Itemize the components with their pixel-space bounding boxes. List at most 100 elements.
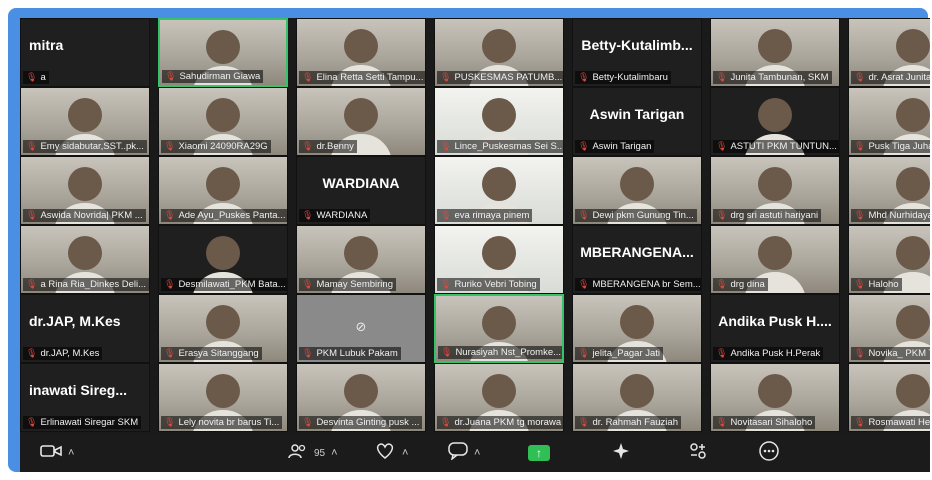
- participant-label: 🎙 Sahudirman Giawa: [162, 70, 264, 83]
- participant-tile[interactable]: 🎙 Lely novita br barus Ti...: [158, 363, 288, 432]
- participant-video: [468, 29, 530, 86]
- participant-tile[interactable]: 🎙 Elina Retta Setti Tampu...: [296, 18, 426, 87]
- participant-tile[interactable]: 🎙 Ruriko Vebri Tobing: [434, 225, 564, 294]
- participants-icon[interactable]: [288, 443, 308, 464]
- video-control[interactable]: ˄: [40, 440, 74, 466]
- share-screen-icon[interactable]: ↑: [528, 445, 550, 461]
- participant-video: [54, 167, 116, 224]
- participant-tile[interactable]: 🎙 Junita Tambunan, SKM: [710, 18, 840, 87]
- participant-tile[interactable]: 🎙 Erasya Sitanggang: [158, 294, 288, 363]
- participant-tile[interactable]: 🎙 a Rina Ria_Dinkes Deli...: [20, 225, 150, 294]
- participant-name: Ruriko Vebri Tobing: [454, 279, 537, 290]
- participant-tile[interactable]: 🎙 Lince_Puskesmas Sei S...: [434, 87, 564, 156]
- participant-tile[interactable]: WARDIANA 🎙 WARDIANA: [296, 156, 426, 225]
- participant-tile[interactable]: MBERANGENA... 🎙 MBERANGENA br Sem...: [572, 225, 702, 294]
- chevron-up-icon[interactable]: ˄: [68, 447, 74, 459]
- participant-tile[interactable]: 🎙 drg sri astuti hariyani: [710, 156, 840, 225]
- participant-tile[interactable]: 🎙 eva rimaya pinem: [434, 156, 564, 225]
- participant-tile[interactable]: Andika Pusk H.... 🎙 Andika Pusk H.Perak: [710, 294, 840, 363]
- participant-tile[interactable]: 🎙Novika_ PKM Tanj: [848, 294, 930, 363]
- participant-name: Mamay Sembiring: [316, 279, 393, 290]
- participant-tile[interactable]: 🎙 Ade Ayu_Puskes Panta...: [158, 156, 288, 225]
- participant-label: 🎙 MBERANGENA br Sem...: [575, 278, 701, 291]
- participant-tile[interactable]: 🎙 Nurasiyah Nst_Promke...: [434, 294, 564, 363]
- participant-tile[interactable]: 🎙Rosmawati Helmi: [848, 363, 930, 432]
- participant-tile[interactable]: 🎙 Dewi pkm Gunung Tin...: [572, 156, 702, 225]
- participant-tile[interactable]: 🎙 Sahudirman Giawa: [158, 18, 288, 87]
- participant-name: a Rina Ria_Dinkes Deli...: [40, 279, 147, 290]
- participant-name: jelita_Pagar Jati: [592, 348, 661, 359]
- muted-mic-icon: 🎙: [26, 141, 38, 151]
- participant-video: [192, 374, 254, 431]
- participant-label: 🎙 a Rina Ria_Dinkes Deli...: [23, 278, 149, 291]
- participant-tile[interactable]: 🎙 dr.Benny: [296, 87, 426, 156]
- sparkle-icon[interactable]: [612, 442, 630, 465]
- participant-tile[interactable]: 🎙 Desmilawati_PKM Bata...: [158, 225, 288, 294]
- participant-name: Aswin Tarigan: [592, 141, 652, 152]
- chat-icon[interactable]: [448, 441, 468, 465]
- participant-tile[interactable]: Betty-Kutalimb... 🎙 Betty-Kutalimbaru: [572, 18, 702, 87]
- participant-tile[interactable]: 🎙 drg dina: [710, 225, 840, 294]
- participant-label: 🎙 ASTUTI PKM TUNTUN...: [713, 140, 839, 153]
- participant-tile[interactable]: 🎙Pusk Tiga Juhar_Ti: [848, 87, 930, 156]
- participant-name: Ade Ayu_Puskes Panta...: [178, 210, 286, 221]
- participant-tile[interactable]: dr.JAP, M.Kes 🎙 dr.JAP, M.Kes: [20, 294, 150, 363]
- participant-tile[interactable]: 🎙 dr.Juana PKM tg morawa: [434, 363, 564, 432]
- muted-mic-icon: 🎙: [854, 348, 866, 358]
- participant-tile[interactable]: 🎙 dr. Rahmah Fauziah: [572, 363, 702, 432]
- more-icon[interactable]: [758, 440, 780, 467]
- participant-tile[interactable]: ⊘ 🎙 PKM Lubuk Pakam: [296, 294, 426, 363]
- participant-tile[interactable]: inawati Sireg... 🎙 Erlinawati Siregar SKM: [20, 363, 150, 432]
- participant-display-name: MBERANGENA...: [580, 244, 694, 260]
- apps-control[interactable]: [688, 440, 708, 466]
- apps-icon[interactable]: [688, 441, 708, 466]
- reactions-control[interactable]: ˄: [374, 440, 408, 466]
- more-control[interactable]: [758, 440, 780, 466]
- participant-name: drg dina: [730, 279, 765, 290]
- participant-tile[interactable]: 🎙 PUSKESMAS PATUMB...: [434, 18, 564, 87]
- muted-mic-icon: 🎙: [578, 279, 590, 289]
- share-screen-control[interactable]: ↑: [528, 440, 550, 466]
- participant-label: 🎙 Desvinta Ginting pusk ...: [299, 416, 423, 429]
- participant-tile[interactable]: 🎙 Mamay Sembiring: [296, 225, 426, 294]
- participant-name: Pusk Tiga Juhar_Ti: [868, 141, 930, 152]
- participant-label: 🎙 Nurasiyah Nst_Promke...: [438, 346, 562, 359]
- muted-mic-icon: 🎙: [302, 348, 314, 358]
- heart-icon[interactable]: [374, 442, 396, 465]
- participant-label: 🎙 Aswida Novrida| PKM ...: [23, 209, 146, 222]
- participant-tile[interactable]: 🎙 Mhd Nurhidayat: [848, 156, 930, 225]
- muted-mic-icon: 🎙: [854, 141, 866, 151]
- participant-name: Dewi pkm Gunung Tin...: [592, 210, 694, 221]
- chevron-up-icon[interactable]: ˄: [474, 447, 480, 459]
- participant-name: a: [40, 72, 46, 83]
- participant-tile[interactable]: mitra 🎙 a: [20, 18, 150, 87]
- participant-tile[interactable]: 🎙 Xiaomi 24090RA29G: [158, 87, 288, 156]
- participant-tile[interactable]: Aswin Tarigan 🎙 Aswin Tarigan: [572, 87, 702, 156]
- chat-control[interactable]: ˄: [448, 440, 480, 466]
- participant-tile[interactable]: 🎙 Haloho: [848, 225, 930, 294]
- participant-tile[interactable]: 🎙 ASTUTI PKM TUNTUN...: [710, 87, 840, 156]
- participant-video: [606, 305, 668, 362]
- participant-tile[interactable]: 🎙 Novitasari Sihaloho: [710, 363, 840, 432]
- participant-label: 🎙 Erasya Sitanggang: [161, 347, 262, 360]
- chevron-up-icon[interactable]: ˄: [331, 447, 337, 459]
- participant-video: [468, 306, 530, 361]
- muted-mic-icon: 🎙: [440, 72, 452, 82]
- participant-count: 95: [314, 447, 326, 459]
- chevron-up-icon[interactable]: ˄: [402, 447, 408, 459]
- participant-video: [882, 374, 930, 431]
- participant-tile[interactable]: 🎙 Emy sidabutar,SST..pk...: [20, 87, 150, 156]
- participant-tile[interactable]: 🎙 Desvinta Ginting pusk ...: [296, 363, 426, 432]
- camera-icon[interactable]: [40, 443, 62, 464]
- participant-tile[interactable]: 🎙dr. Asrat Junita pu: [848, 18, 930, 87]
- participant-label: 🎙 Junita Tambunan, SKM: [713, 71, 832, 84]
- participant-tile[interactable]: 🎙 jelita_Pagar Jati: [572, 294, 702, 363]
- participant-name: dr. Asrat Junita pu: [868, 72, 930, 83]
- ai-companion-control[interactable]: [612, 440, 630, 466]
- participant-video: [744, 374, 806, 431]
- muted-mic-icon: 🎙: [26, 279, 38, 289]
- participants-control[interactable]: 95 ˄: [288, 440, 338, 466]
- participant-tile[interactable]: 🎙 Aswida Novrida| PKM ...: [20, 156, 150, 225]
- muted-mic-icon: 🎙: [578, 417, 590, 427]
- participant-label: 🎙 Ade Ayu_Puskes Panta...: [161, 209, 287, 222]
